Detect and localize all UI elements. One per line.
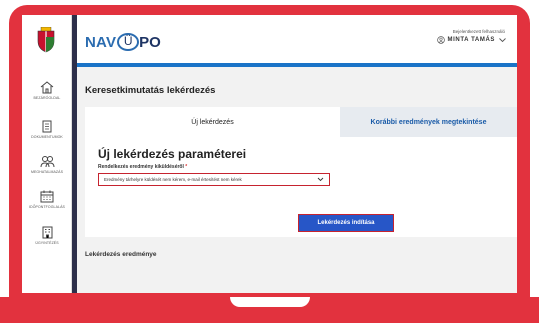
coat-of-arms-icon (37, 27, 55, 53)
select-value: Eredmény tárhelyre küldését nem kérem, e… (104, 177, 242, 182)
laptop-notch (230, 297, 310, 307)
sidebar-item-label: IDŐPONTFOGLALÁS (29, 205, 65, 209)
calendar-icon (40, 190, 54, 203)
submit-query-button[interactable]: Lekérdezés indítása (298, 214, 394, 232)
logo: NAV Ü PO (85, 33, 161, 51)
sidebar-item-documents[interactable]: DOKUMENTUMOK (22, 120, 72, 139)
sidebar-item-authorization[interactable]: MEGHATALMAZÁS (22, 155, 72, 174)
field-label-text: Rendelkezés eredmény kiküldéséről (98, 164, 184, 170)
sidebar-item-label: MEGHATALMAZÁS (30, 170, 64, 174)
logo-nav-text: NAV (85, 33, 117, 51)
chevron-down-icon (499, 38, 506, 43)
delivery-select[interactable]: Eredmény tárhelyre küldését nem kérem, e… (98, 173, 330, 186)
sidebar: BEZÁRÓOLDAL DOKUMENTUMOK MEGHATALMAZÁS I… (22, 15, 72, 293)
result-title: Lekérdezés eredménye (85, 251, 157, 258)
logo-onyf-text: PO (139, 33, 161, 51)
sidebar-item-label: DOKUMENTUMOK (31, 135, 63, 139)
document-icon (42, 120, 52, 133)
header: NAV Ü PO Bejelentkezett felhasználó MINT… (77, 15, 517, 67)
sidebar-item-label: BEZÁRÓOLDAL (33, 96, 61, 100)
laptop-frame: BEZÁRÓOLDAL DOKUMENTUMOK MEGHATALMAZÁS I… (9, 5, 530, 297)
user-label: Bejelentkezett felhasználó (452, 29, 505, 34)
header-stripe (77, 63, 517, 67)
sidebar-item-appointments[interactable]: IDŐPONTFOGLALÁS (22, 190, 72, 209)
user-name: MINTA TAMÁS (447, 37, 495, 43)
main-content: NAV Ü PO Bejelentkezett felhasználó MINT… (77, 15, 517, 293)
home-icon (40, 81, 54, 94)
user-avatar-icon (436, 36, 445, 44)
tab-new-query[interactable]: Új lekérdezés (85, 107, 340, 137)
tab-previous-results[interactable]: Korábbi eredmények megtekintése (340, 107, 517, 137)
page-title: Keresetkimutatás lekérdezés (85, 85, 216, 96)
people-icon (40, 156, 54, 168)
screen: BEZÁRÓOLDAL DOKUMENTUMOK MEGHATALMAZÁS I… (22, 15, 517, 293)
laptop-illustration: BEZÁRÓOLDAL DOKUMENTUMOK MEGHATALMAZÁS I… (0, 0, 539, 323)
building-icon (42, 226, 52, 239)
sidebar-item-label: ÜGYINTÉZÉS (35, 241, 59, 245)
logo-ring-icon: Ü (117, 33, 140, 51)
query-form-card: Új lekérdezés paraméterei Rendelkezés er… (85, 137, 517, 237)
form-title: Új lekérdezés paraméterei (98, 147, 247, 161)
chevron-down-icon (317, 177, 324, 182)
user-menu[interactable]: MINTA TAMÁS (436, 36, 507, 44)
tab-bar: Új lekérdezés Korábbi eredmények megteki… (85, 107, 517, 137)
field-label: Rendelkezés eredmény kiküldéséről * (98, 164, 187, 170)
sidebar-item-administration[interactable]: ÜGYINTÉZÉS (22, 226, 72, 245)
sidebar-item-home[interactable]: BEZÁRÓOLDAL (22, 81, 72, 100)
required-mark: * (185, 164, 188, 170)
